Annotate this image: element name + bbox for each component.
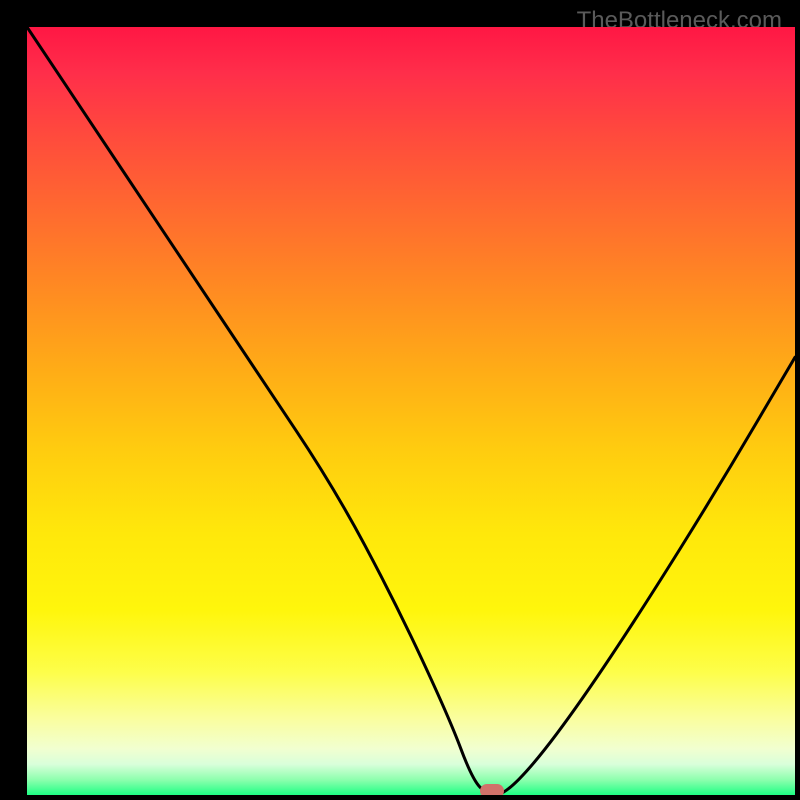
- plot-area: [27, 27, 795, 795]
- optimum-marker: [480, 784, 504, 795]
- bottleneck-curve: [27, 27, 795, 795]
- chart-frame: TheBottleneck.com: [11, 11, 789, 789]
